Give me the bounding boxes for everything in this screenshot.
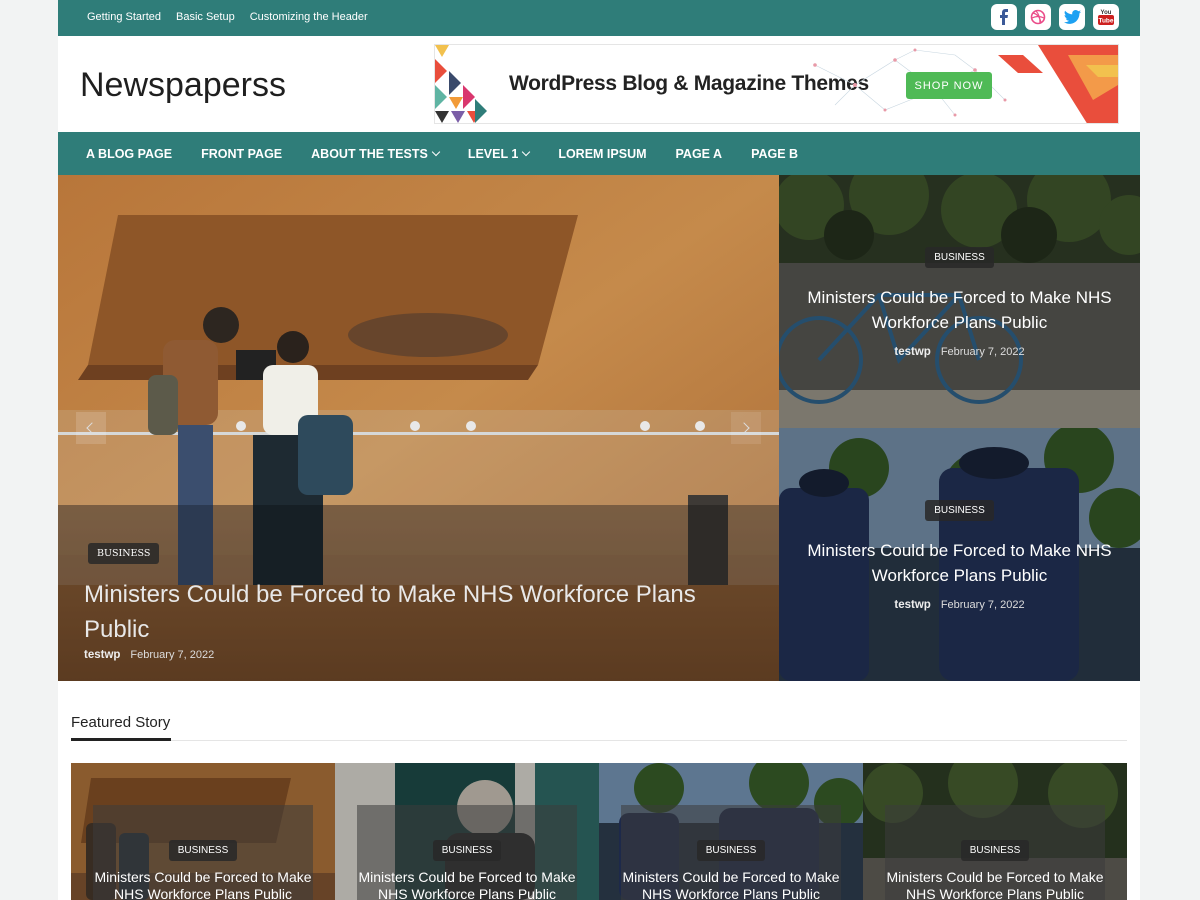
ad-stripes-graphic [998, 45, 1118, 123]
post-author[interactable]: testwp [84, 649, 120, 661]
nav-item-page-a[interactable]: PAGE A [676, 147, 723, 161]
post-meta: testwp February 7, 2022 [84, 649, 214, 661]
svg-text:You: You [1101, 10, 1112, 16]
category-badge[interactable]: BUSINESS [779, 500, 1140, 521]
main-nav: A BLOG PAGE FRONT PAGE ABOUT THE TESTS L… [58, 132, 1140, 175]
hero-side-card[interactable]: BUSINESS Ministers Could be Forced to Ma… [779, 428, 1140, 681]
social-links: You Tube [991, 4, 1119, 30]
nav-item-level-1[interactable]: LEVEL 1 [467, 146, 531, 161]
featured-title[interactable]: Ministers Could be Forced to Make NHS Wo… [91, 869, 315, 900]
category-badge[interactable]: BUSINESS [71, 840, 335, 861]
featured-card[interactable]: BUSINESS Ministers Could be Forced to Ma… [599, 763, 863, 900]
hero-side-title[interactable]: Ministers Could be Forced to Make NHS Wo… [789, 285, 1130, 335]
slider-next-button[interactable] [731, 412, 761, 444]
ad-triangles-graphic [435, 45, 487, 123]
hero-main-title[interactable]: Ministers Could be Forced to Make NHS Wo… [84, 577, 764, 647]
category-badge[interactable]: BUSINESS [335, 840, 599, 861]
nav-item-label: PAGE A [675, 146, 723, 161]
hero-side-title[interactable]: Ministers Could be Forced to Make NHS Wo… [789, 538, 1130, 588]
post-meta: testwp February 7, 2022 [779, 599, 1140, 611]
ad-banner[interactable]: WordPress Blog & Magazine Themes SHOP NO… [434, 44, 1119, 124]
category-badge[interactable]: BUSINESS [599, 840, 863, 861]
nav-item-blog-page[interactable]: A BLOG PAGE [86, 147, 172, 161]
dribbble-icon[interactable] [1025, 4, 1051, 30]
nav-item-label: PAGE B [751, 146, 799, 161]
featured-title[interactable]: Ministers Could be Forced to Make NHS Wo… [355, 869, 579, 900]
featured-title[interactable]: Ministers Could be Forced to Make NHS Wo… [619, 869, 843, 900]
slider-prev-button[interactable] [76, 412, 106, 444]
nav-item-page-b[interactable]: PAGE B [751, 147, 798, 161]
nav-item-lorem-ipsum[interactable]: LOREM IPSUM [558, 147, 646, 161]
nav-item-front-page[interactable]: FRONT PAGE [201, 147, 282, 161]
svg-text:Tube: Tube [1098, 18, 1113, 25]
featured-card[interactable]: BUSINESS Ministers Could be Forced to Ma… [335, 763, 599, 900]
post-meta: testwp February 7, 2022 [779, 346, 1140, 358]
nav-item-label: LEVEL 1 [467, 146, 519, 161]
post-author[interactable]: testwp [894, 599, 930, 611]
chevron-down-icon [431, 147, 441, 156]
ad-shop-now-button[interactable]: SHOP NOW [906, 72, 992, 99]
post-date[interactable]: February 7, 2022 [130, 649, 214, 661]
featured-title[interactable]: Ministers Could be Forced to Make NHS Wo… [883, 869, 1107, 900]
nav-item-label: LOREM IPSUM [558, 146, 647, 161]
featured-row: BUSINESS Ministers Could be Forced to Ma… [71, 763, 1127, 900]
featured-card[interactable]: BUSINESS Ministers Could be Forced to Ma… [71, 763, 335, 900]
category-badge[interactable]: BUSINESS [779, 247, 1140, 268]
page-container: Getting Started Basic Setup Customizing … [58, 0, 1140, 900]
top-links: Getting Started Basic Setup Customizing … [87, 11, 368, 23]
nav-item-about-the-tests[interactable]: ABOUT THE TESTS [311, 146, 441, 161]
post-date[interactable]: February 7, 2022 [941, 599, 1025, 611]
featured-card[interactable]: BUSINESS Ministers Could be Forced to Ma… [863, 763, 1127, 900]
post-author[interactable]: testwp [894, 346, 930, 358]
heading-underline [71, 738, 171, 741]
featured-heading: Featured Story [71, 714, 171, 731]
top-link-customizing-header[interactable]: Customizing the Header [250, 11, 368, 23]
category-badge[interactable]: BUSINESS [863, 840, 1127, 861]
nav-item-label: A BLOG PAGE [86, 146, 173, 161]
nav-item-label: ABOUT THE TESTS [311, 146, 428, 161]
chevron-down-icon [522, 147, 531, 156]
nav-item-label: FRONT PAGE [201, 146, 283, 161]
facebook-icon[interactable] [991, 4, 1017, 30]
post-date[interactable]: February 7, 2022 [941, 346, 1025, 358]
top-bar: Getting Started Basic Setup Customizing … [58, 0, 1140, 36]
top-link-basic-setup[interactable]: Basic Setup [176, 11, 235, 23]
top-link-getting-started[interactable]: Getting Started [87, 11, 161, 23]
youtube-icon[interactable]: You Tube [1093, 4, 1119, 30]
twitter-icon[interactable] [1059, 4, 1085, 30]
section-divider [71, 740, 1127, 741]
hero-side-card[interactable]: BUSINESS Ministers Could be Forced to Ma… [779, 175, 1140, 428]
category-badge[interactable]: BUSINESS [88, 543, 160, 564]
hero-main-slide[interactable]: BUSINESS Ministers Could be Forced to Ma… [58, 175, 779, 681]
site-title[interactable]: Newspaperss [80, 66, 286, 105]
